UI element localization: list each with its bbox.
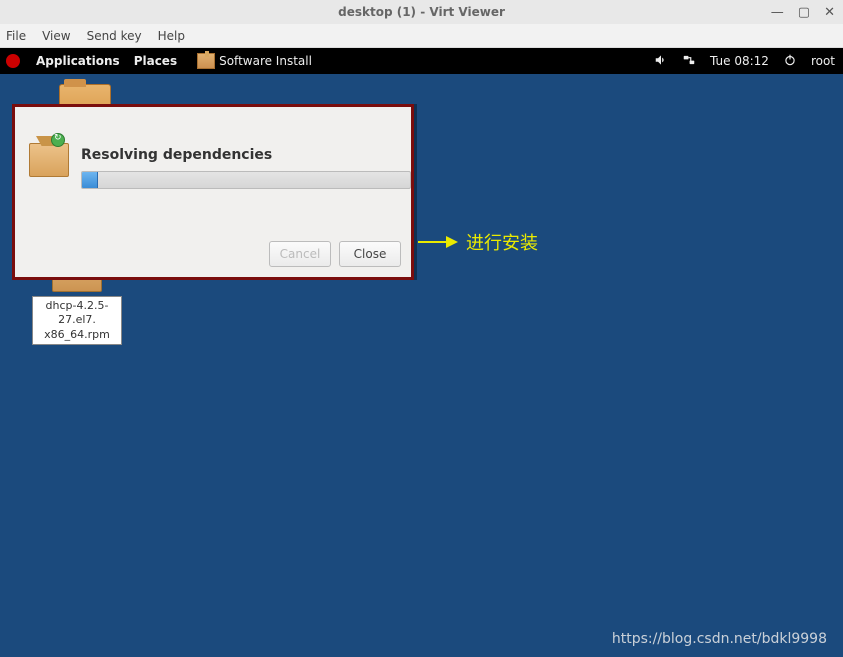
refresh-badge-icon <box>51 133 65 147</box>
gnome-panel-left: Applications Places Software Install <box>0 53 312 69</box>
gnome-panel-right: Tue 08:12 root <box>654 53 835 70</box>
progress-fill <box>82 172 98 188</box>
running-app-label: Software Install <box>219 54 312 68</box>
running-app-indicator[interactable]: Software Install <box>197 53 312 69</box>
network-icon[interactable] <box>682 53 696 70</box>
dialog-buttons: Cancel Close <box>269 241 401 267</box>
minimize-icon[interactable]: — <box>771 5 784 20</box>
volume-icon[interactable] <box>654 53 668 70</box>
menu-sendkey[interactable]: Send key <box>87 29 142 43</box>
dialog-title: Resolving dependencies <box>81 147 272 163</box>
menu-file[interactable]: File <box>6 29 26 43</box>
menu-help[interactable]: Help <box>158 29 185 43</box>
viewer-window-title: desktop (1) - Virt Viewer <box>338 5 505 19</box>
gnome-top-panel: Applications Places Software Install Tue… <box>0 48 843 74</box>
redhat-logo-icon <box>6 54 20 68</box>
arrow-icon <box>418 232 458 252</box>
close-icon[interactable]: ✕ <box>824 5 835 20</box>
clock-label[interactable]: Tue 08:12 <box>710 54 769 68</box>
menu-view[interactable]: View <box>42 29 70 43</box>
package-icon <box>197 53 215 69</box>
user-label[interactable]: root <box>811 54 835 68</box>
close-button[interactable]: Close <box>339 241 401 267</box>
viewer-window-controls: — ▢ ✕ <box>771 5 835 20</box>
annotation: 进行安装 <box>418 229 538 255</box>
install-dialog: Resolving dependencies Cancel Close <box>12 104 414 280</box>
progress-bar <box>81 171 411 189</box>
desktop-file-label: dhcp-4.2.5-27.el7. x86_64.rpm <box>32 296 122 345</box>
annotation-text: 进行安装 <box>466 229 538 255</box>
cancel-button[interactable]: Cancel <box>269 241 331 267</box>
places-menu[interactable]: Places <box>134 54 177 68</box>
power-icon[interactable] <box>783 53 797 70</box>
desktop-area: dhcp-4.2.5-27.el7. x86_64.rpm Resolving … <box>0 74 843 657</box>
package-large-icon <box>29 143 69 177</box>
viewer-titlebar: desktop (1) - Virt Viewer — ▢ ✕ <box>0 0 843 24</box>
maximize-icon[interactable]: ▢ <box>798 5 810 20</box>
viewer-menubar: File View Send key Help <box>0 24 843 48</box>
applications-menu[interactable]: Applications <box>36 54 120 68</box>
watermark-text: https://blog.csdn.net/bdkl9998 <box>612 631 827 647</box>
